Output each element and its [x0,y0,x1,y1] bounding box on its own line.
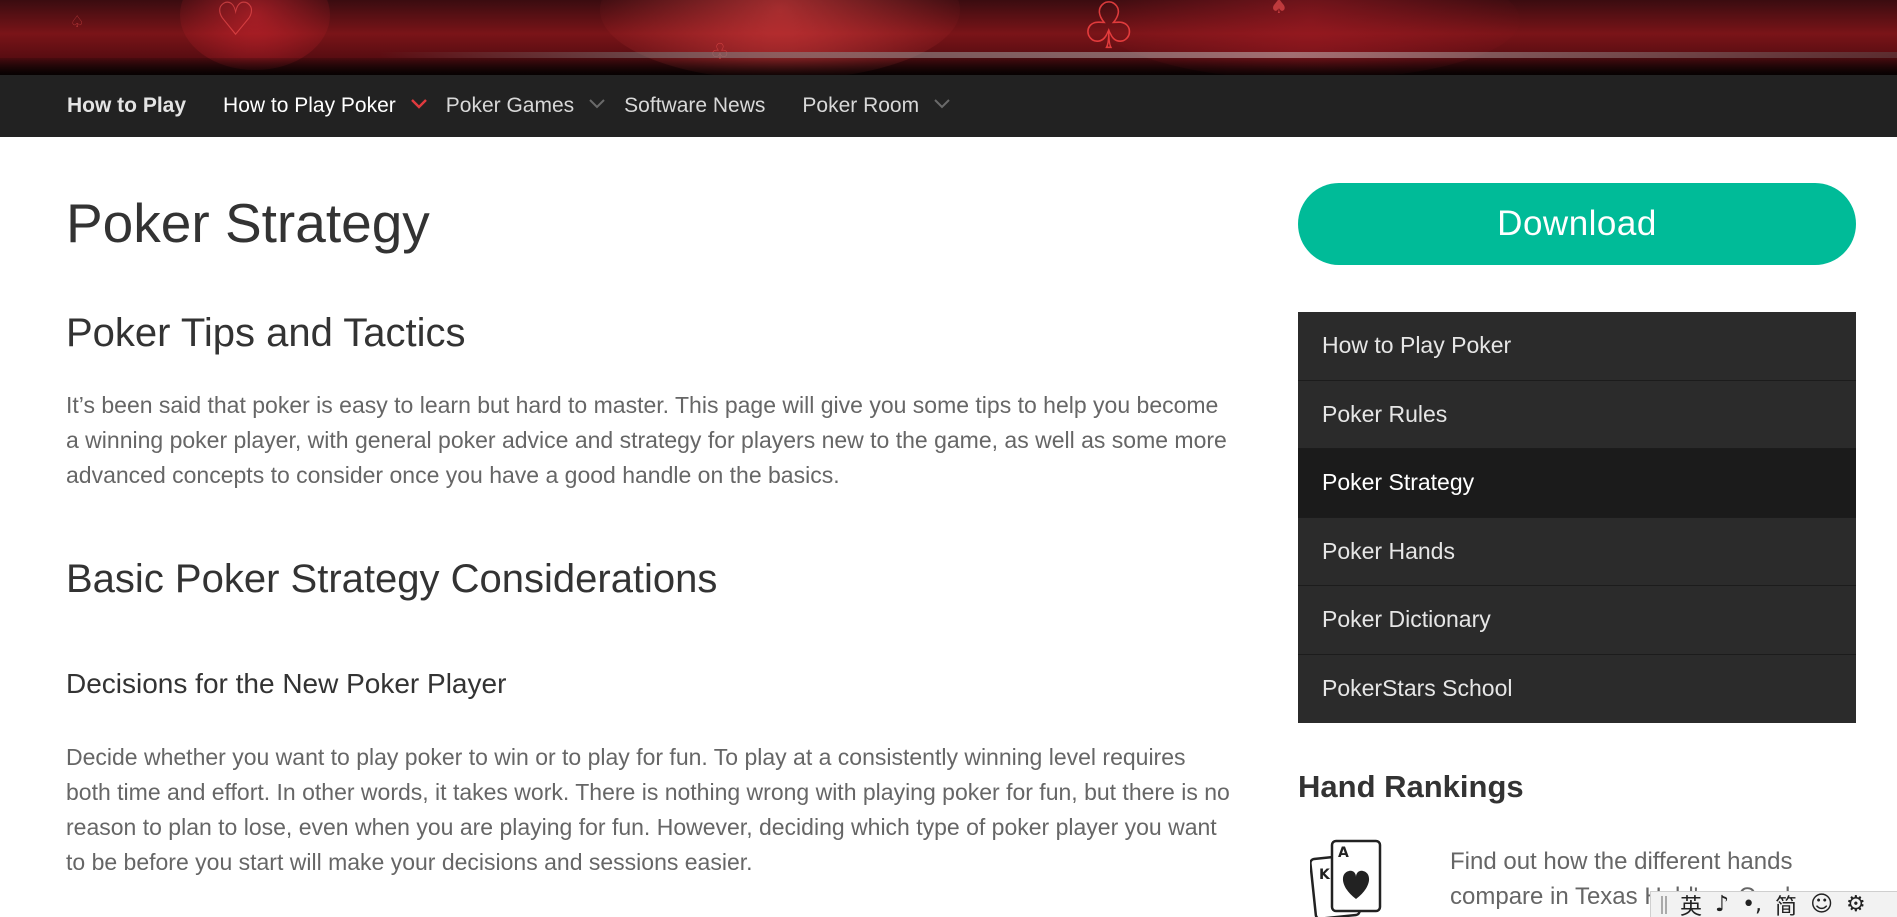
punctuation-toggle[interactable]: •, [1742,892,1762,917]
drag-handle-icon[interactable] [1661,895,1667,914]
simplified-chinese-toggle[interactable]: 简 [1775,892,1797,917]
settings-gear-icon[interactable]: ⚙ [1846,892,1866,917]
spade-suit-icon: ♠ [1270,0,1288,18]
hand-rankings-heading[interactable]: Hand Rankings [1298,769,1524,805]
sidebar-item-label: Poker Strategy [1322,469,1475,496]
nav-item-how-to-play-poker[interactable]: How to Play Poker [223,75,446,137]
intro-paragraph: It’s been said that poker is easy to lea… [66,392,1227,488]
page-title: Poker Strategy [66,192,430,254]
banner-shade [0,58,1897,75]
download-button-label: Download [1497,204,1657,243]
nav-item-poker-room[interactable]: Poker Room [802,75,969,137]
sidebar-item-how-to-play-poker[interactable]: How to Play Poker [1298,312,1856,381]
chevron-down-icon[interactable] [588,96,605,110]
chevron-down-icon[interactable] [933,96,950,110]
new-player-paragraph: Decide whether you want to play poker to… [66,744,1230,875]
heart-suit-icon: ♡ [215,0,257,46]
playing-cards-icon[interactable]: K A [1309,839,1390,917]
sidebar-item-label: Poker Rules [1322,400,1448,427]
card-rank-k: K [1319,867,1331,883]
sidebar-item-label: Poker Dictionary [1322,606,1491,633]
emoji-icon[interactable]: ☺ [1810,892,1833,917]
sidebar-item-poker-dictionary[interactable]: Poker Dictionary [1298,586,1856,655]
section-heading-basic-strategy: Basic Poker Strategy Considerations [66,557,718,601]
card-rank-a: A [1338,845,1349,861]
hero-banner: ♡ ♧ ♧ ♠ ♤ [0,0,1897,75]
subsection-heading-new-player: Decisions for the New Poker Player [66,668,507,699]
nav-item-software-news[interactable]: Software News [624,75,765,137]
nav-item-label: Poker Games [445,94,575,117]
nav-item-label: Software News [624,94,766,117]
language-toggle[interactable]: 英 [1680,892,1702,917]
nav-brand-label: How to Play [67,94,187,117]
spade-suit-icon: ♤ [70,12,85,31]
sidebar-item-poker-hands[interactable]: Poker Hands [1298,518,1856,586]
main-nav: How to Play How to Play Poker Poker Game… [0,75,1897,137]
sidebar-item-label: PokerStars School [1322,675,1513,702]
nav-item-poker-games[interactable]: Poker Games [446,75,624,137]
nav-brand-link[interactable]: How to Play [67,75,186,137]
moon-icon[interactable]: ♪ [1715,892,1729,917]
sidebar-item-poker-strategy[interactable]: Poker Strategy [1298,449,1856,518]
download-button[interactable]: Download [1298,183,1856,265]
section-heading-tips: Poker Tips and Tactics [66,311,466,355]
sidebar-item-label: How to Play Poker [1322,332,1512,359]
chevron-down-icon[interactable] [410,96,427,110]
sidebar-menu: How to Play Poker Poker Rules Poker Stra… [1298,312,1856,723]
nav-item-label: How to Play Poker [223,94,396,117]
sidebar-item-poker-rules[interactable]: Poker Rules [1298,381,1856,449]
nav-item-label: Poker Room [802,94,920,117]
sidebar-item-label: Poker Hands [1322,537,1455,564]
ime-toolbar: 英 ♪ •, 简 ☺ ⚙ [1650,891,1897,917]
sidebar-item-pokerstars-school[interactable]: PokerStars School [1298,655,1856,724]
